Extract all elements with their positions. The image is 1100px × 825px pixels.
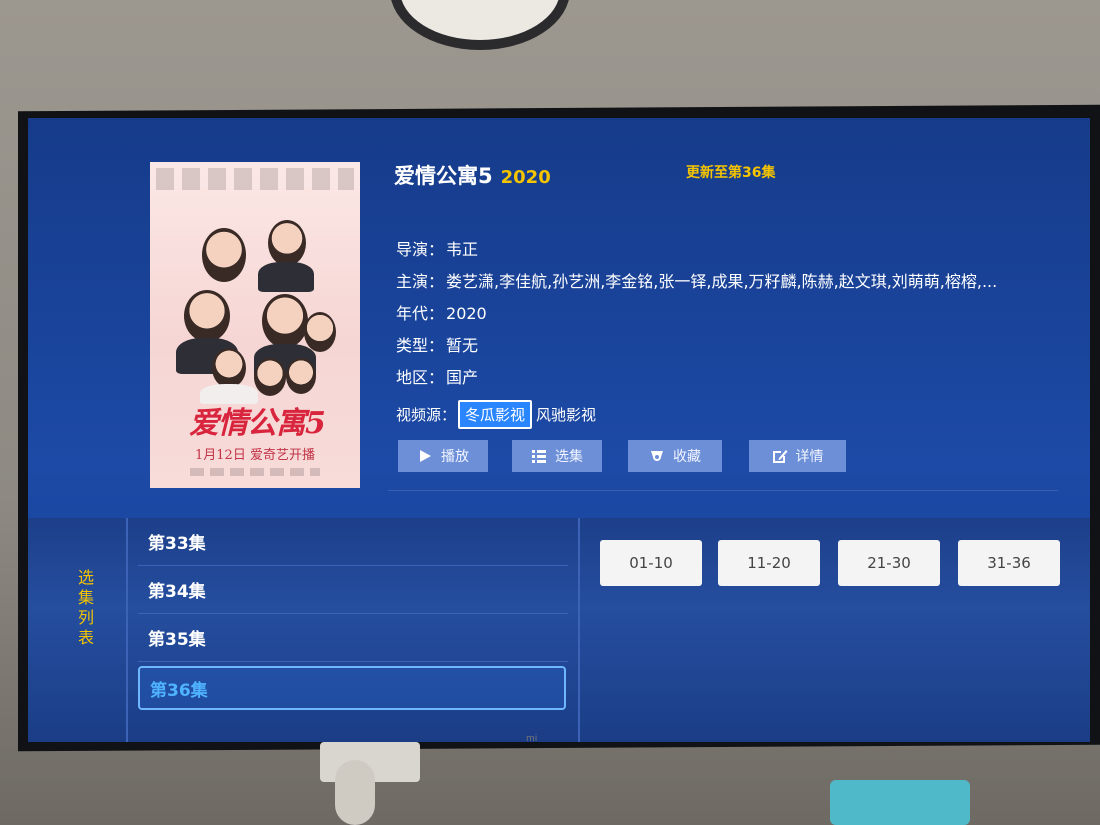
era-value: 2020 [446,304,487,323]
play-icon [420,450,431,462]
episode-item[interactable]: 第33集 [138,518,568,566]
favorite-icon [651,451,663,461]
poster-person [202,228,246,282]
poster-person [268,220,306,266]
select-episode-button[interactable]: 选集 [512,440,602,472]
info-divider [388,490,1058,491]
director-value: 韦正 [446,240,479,259]
panel-divider [578,518,580,742]
poster-person [212,348,246,388]
play-button-label: 播放 [441,449,469,465]
update-status: 更新至第36集 [686,165,776,181]
region-row: 地区： 国产 [396,364,478,388]
genre-row: 类型： 暂无 [396,332,478,356]
panel-divider [126,518,128,742]
episode-item-selected[interactable]: 第36集 [138,666,566,710]
source-label: 视频源： [396,406,457,424]
director-row: 导演： 韦正 [396,236,478,260]
poster-date: 1月12日 爱奇艺开播 [195,448,315,463]
episode-item[interactable]: 第34集 [138,566,568,614]
episode-range-button[interactable]: 21-30 [838,540,940,586]
era-row: 年代： 2020 [396,300,487,324]
poster-person [304,312,336,352]
edit-icon [772,450,787,463]
play-button[interactable]: 播放 [398,440,488,472]
episode-panel: 选集列表 第33集 第34集 第35集 第36集 01-10 11-20 21-… [28,518,1090,742]
tv-brand-logo: mi [526,734,538,744]
cast-row: 主演： 娄艺潇,李佳航,孙艺洲,李金铭,张一铎,成果,万籽麟,陈赫,赵文琪,刘萌萌… [396,268,997,292]
genre-label: 类型： [396,336,445,355]
episode-range-button[interactable]: 01-10 [600,540,702,586]
cast-label: 主演： [396,272,445,291]
cast-value: 娄艺潇,李佳航,孙艺洲,李金铭,张一铎,成果,万籽麟,陈赫,赵文琪,刘萌萌,榕榕… [446,272,998,291]
list-icon [532,450,546,463]
favorite-button[interactable]: 收藏 [628,440,722,472]
region-label: 地区： [396,368,445,387]
poster-title: 爱情公寓5 [189,406,326,441]
favorite-button-label: 收藏 [673,449,701,465]
era-label: 年代： [396,304,445,323]
poster-person [286,358,316,394]
director-label: 导演： [396,240,445,259]
genre-value: 暂无 [446,336,479,355]
details-button[interactable]: 详情 [749,440,846,472]
desk-gadget [830,780,970,825]
poster-person [184,290,230,342]
episode-list-label: 选集列表 [77,568,94,647]
poster-person [258,262,314,292]
poster-footer [190,468,320,476]
select-button-label: 选集 [555,449,583,465]
episode-item[interactable]: 第35集 [138,614,568,662]
cable [335,760,375,825]
show-year: 2020 [500,167,551,188]
source-row: 视频源： 冬瓜影视 风驰影视 [396,400,596,429]
details-button-label: 详情 [795,449,824,465]
episode-range-button[interactable]: 31-36 [958,540,1060,586]
show-title-row: 爱情公寓5 2020 [394,160,551,190]
show-title: 爱情公寓5 [394,164,493,188]
source-option-active[interactable]: 冬瓜影视 [458,400,533,429]
episode-range-button[interactable]: 11-20 [718,540,820,586]
poster-credits [156,168,354,190]
poster: 爱情公寓5 1月12日 爱奇艺开播 [150,162,360,488]
source-option[interactable]: 风驰影视 [536,406,596,424]
region-value: 国产 [446,368,479,387]
tv-screen: 爱情公寓5 1月12日 爱奇艺开播 爱情公寓5 2020 更新至第36集 导演：韦… [28,118,1090,742]
poster-person [254,358,286,396]
poster-person [262,294,308,348]
